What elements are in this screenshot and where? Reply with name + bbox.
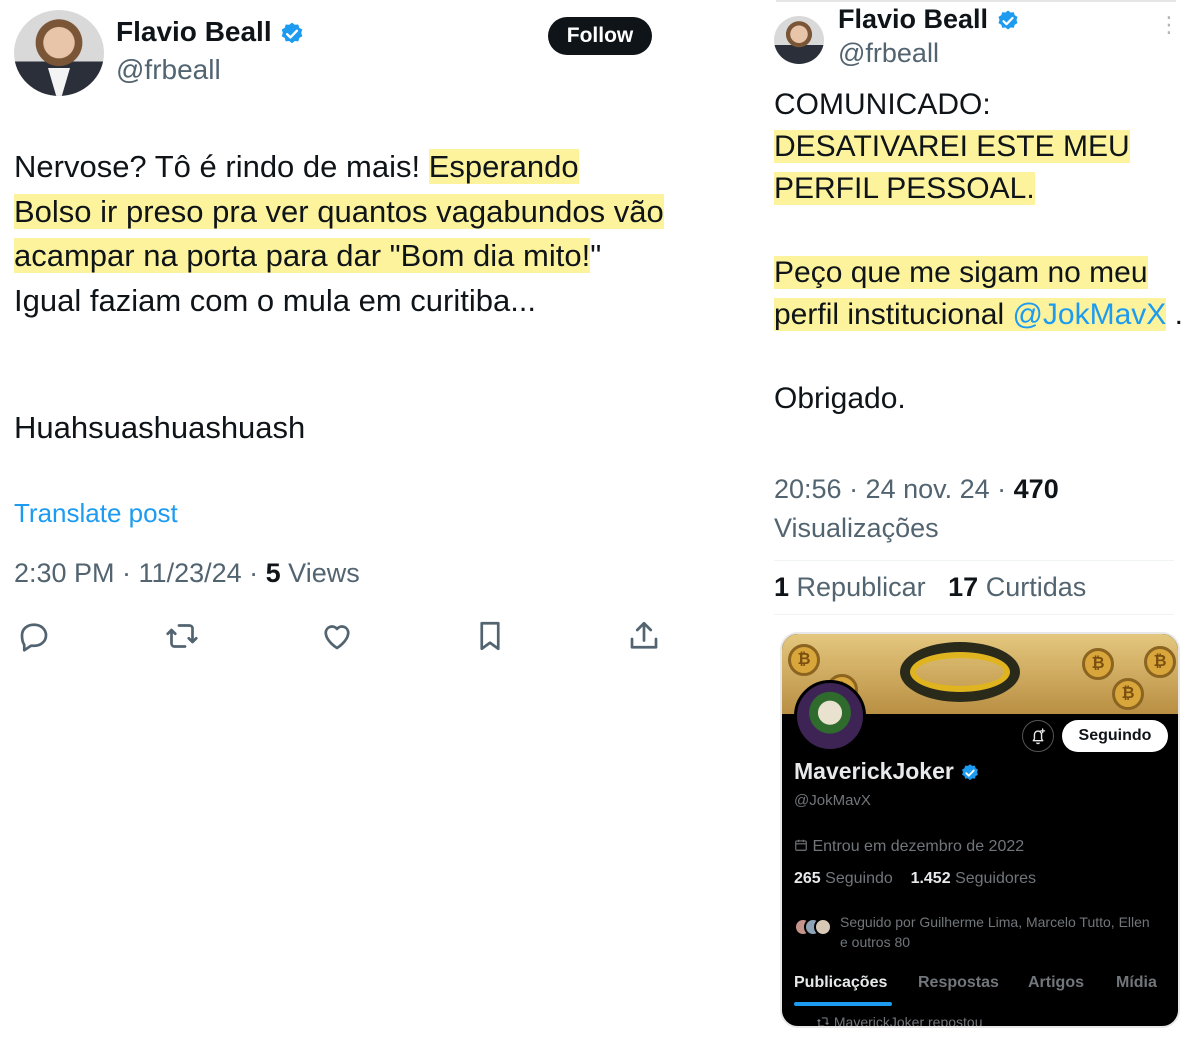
tab-midia[interactable]: Mídia xyxy=(1116,974,1157,992)
verified-badge-icon xyxy=(282,22,303,43)
coin-icon: ₿ xyxy=(1082,648,1114,680)
profile-avatar[interactable] xyxy=(794,680,866,752)
profile-card: ₿ ₿ ₿ ₿ ₿ Seguindo MaverickJoker @JokMav… xyxy=(780,632,1180,1028)
author-name[interactable]: Flavio Beall xyxy=(838,4,1020,35)
tweet-actions xyxy=(14,618,664,658)
views-label: Views xyxy=(280,558,360,588)
author-name-text[interactable]: Flavio Beall xyxy=(116,16,272,47)
followers-label[interactable]: Seguidores xyxy=(955,870,1036,887)
following-count[interactable]: 265 xyxy=(794,870,821,887)
tweet-stats: 1 Republicar 17 Curtidas xyxy=(774,572,1086,603)
profile-name-text: MaverickJoker xyxy=(794,758,954,784)
notification-bell-icon[interactable] xyxy=(1022,720,1054,752)
tweet-text-heading: COMUNICADO: xyxy=(774,88,991,121)
divider xyxy=(774,614,1174,615)
following-label[interactable]: Seguindo xyxy=(825,870,893,887)
avatar xyxy=(814,918,832,936)
tweet-meta: 2:30 PM · 11/23/24 · 5 Views xyxy=(14,558,360,589)
tweet-meta: 20:56 · 24 nov. 24 · 470 Visualizações xyxy=(774,470,1194,548)
author-name[interactable]: Flavio Beall xyxy=(116,16,305,48)
tweet-paragraph-1: COMUNICADO: DESATIVAREI ESTE MEU PERFIL … xyxy=(774,84,1184,210)
tab-artigos[interactable]: Artigos xyxy=(1028,974,1084,992)
translate-post-link[interactable]: Translate post xyxy=(14,498,178,529)
more-options-icon[interactable]: ⋮ xyxy=(1158,14,1180,36)
tab-publicacoes[interactable]: Publicações xyxy=(794,974,887,992)
tweet-text: COMUNICADO: DESATIVAREI ESTE MEU PERFIL … xyxy=(774,84,1184,462)
tweet-text: Nervose? Tô é rindo de mais! Esperando B… xyxy=(14,145,664,323)
divider xyxy=(774,560,1174,561)
bookmark-icon[interactable] xyxy=(472,618,508,654)
coin-icon: ₿ xyxy=(1112,678,1144,710)
tweet-text-plain: . xyxy=(1166,298,1183,331)
calendar-icon xyxy=(795,839,807,851)
profile-handle: @JokMavX xyxy=(794,792,871,809)
reposted-indicator: MaverickJoker repostou xyxy=(816,1014,983,1028)
tweet-timestamp[interactable]: 20:56 · 24 nov. 24 · xyxy=(774,474,1014,504)
right-tweet: Flavio Beall @frbeall ⋮ COMUNICADO: DESA… xyxy=(760,0,1200,1049)
author-name-text[interactable]: Flavio Beall xyxy=(838,4,988,34)
avatar[interactable] xyxy=(774,16,824,64)
author-handle[interactable]: @frbeall xyxy=(838,38,939,69)
views-label: Visualizações xyxy=(774,513,939,543)
profile-name: MaverickJoker xyxy=(794,758,980,785)
reposted-text: MaverickJoker repostou xyxy=(833,1014,983,1028)
tweet-text-plain: Nervose? Tô é rindo de mais! xyxy=(14,149,429,184)
follow-button[interactable]: Follow xyxy=(548,17,652,55)
repost-icon xyxy=(817,1017,829,1026)
divider xyxy=(776,0,1176,2)
views-count: 470 xyxy=(1013,474,1059,504)
verified-badge-icon xyxy=(962,764,979,781)
reposts-count[interactable]: 1 xyxy=(774,572,789,602)
verified-badge-icon xyxy=(998,10,1018,30)
tweet-text-highlight: DESATIVAREI ESTE MEU PERFIL PESSOAL. xyxy=(774,130,1130,205)
followed-by[interactable]: Seguido por Guilherme Lima, Marcelo Tutt… xyxy=(794,912,1174,956)
avatar[interactable] xyxy=(14,10,104,96)
snake-illustration xyxy=(900,642,1020,702)
followers-count[interactable]: 1.452 xyxy=(911,870,951,887)
tweet-text-plain: Obrigado. xyxy=(774,382,906,415)
tweet-timestamp[interactable]: 2:30 PM · 11/23/24 · xyxy=(14,558,266,588)
likes-count[interactable]: 17 xyxy=(948,572,978,602)
joined-date: Entrou em dezembro de 2022 xyxy=(794,838,1024,856)
coin-icon: ₿ xyxy=(788,644,820,676)
repost-icon[interactable] xyxy=(164,618,200,654)
views-count: 5 xyxy=(265,558,281,588)
profile-tabs: Publicações Respostas Artigos Mídia xyxy=(782,974,1178,1008)
share-icon[interactable] xyxy=(626,618,662,654)
joined-text: Entrou em dezembro de 2022 xyxy=(812,838,1025,855)
tweet-text-laugh: Huahsuashuashuash xyxy=(14,410,306,445)
author-handle[interactable]: @frbeall xyxy=(116,54,221,86)
reply-icon[interactable] xyxy=(16,618,52,654)
like-icon[interactable] xyxy=(319,618,355,654)
mention-link[interactable]: @JokMavX xyxy=(1012,298,1167,331)
tab-respostas[interactable]: Respostas xyxy=(918,974,999,992)
following-button[interactable]: Seguindo xyxy=(1062,720,1168,752)
left-tweet: Flavio Beall @frbeall Follow Nervose? Tô… xyxy=(0,0,680,1049)
followed-by-text[interactable]: Seguido por Guilherme Lima, Marcelo Tutt… xyxy=(840,912,1160,952)
tweet-paragraph-3: Obrigado. xyxy=(774,378,1184,420)
coin-icon: ₿ xyxy=(1144,646,1176,678)
likes-label[interactable]: Curtidas xyxy=(986,572,1087,602)
tweet-paragraph-2: Peço que me sigam no meu perfil instituc… xyxy=(774,252,1184,336)
active-tab-indicator xyxy=(794,1002,892,1006)
follow-counts: 265 Seguindo 1.452 Seguidores xyxy=(794,870,1036,888)
reposts-label[interactable]: Republicar xyxy=(797,572,926,602)
